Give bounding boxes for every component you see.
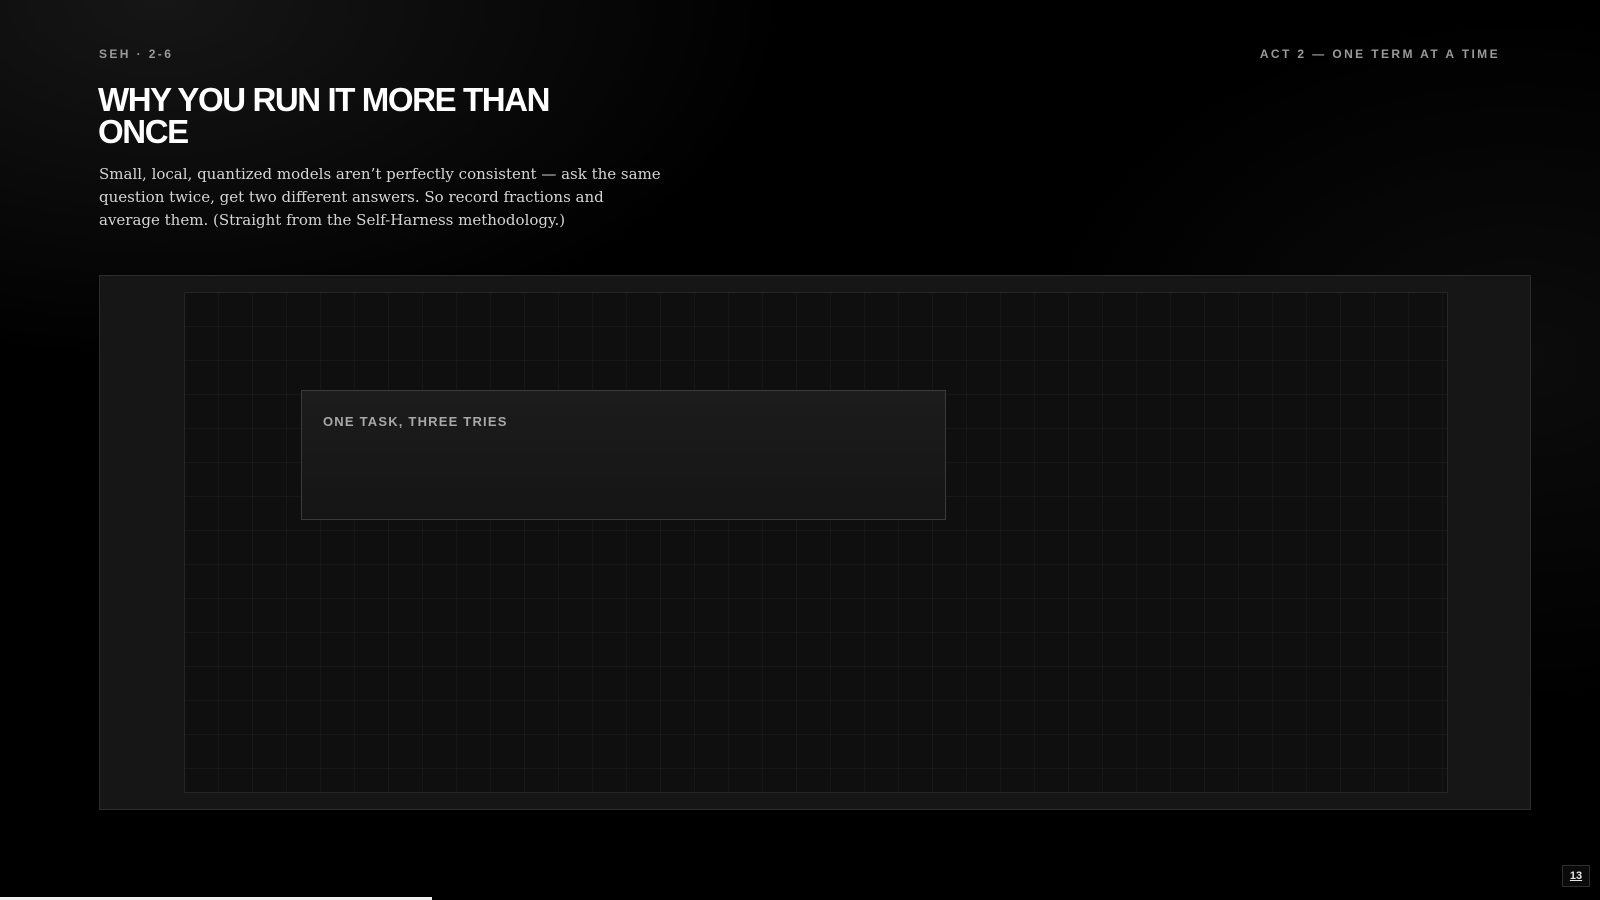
task-card-label: ONE TASK, THREE TRIES bbox=[323, 414, 508, 429]
act-label: ACT 2 — ONE TERM AT A TIME bbox=[1259, 47, 1500, 61]
slide-subtitle: Small, local, quantized models aren’t pe… bbox=[99, 165, 661, 229]
grid-canvas: ONE TASK, THREE TRIES bbox=[184, 292, 1448, 793]
task-card: ONE TASK, THREE TRIES bbox=[301, 390, 946, 520]
slide-title: WHY YOU RUN IT MORE THAN ONCE bbox=[98, 81, 550, 150]
diagram-stage: ONE TASK, THREE TRIES bbox=[99, 275, 1531, 810]
section-code: SEH · 2-6 bbox=[99, 47, 174, 61]
page-number[interactable]: 13 bbox=[1562, 865, 1590, 887]
